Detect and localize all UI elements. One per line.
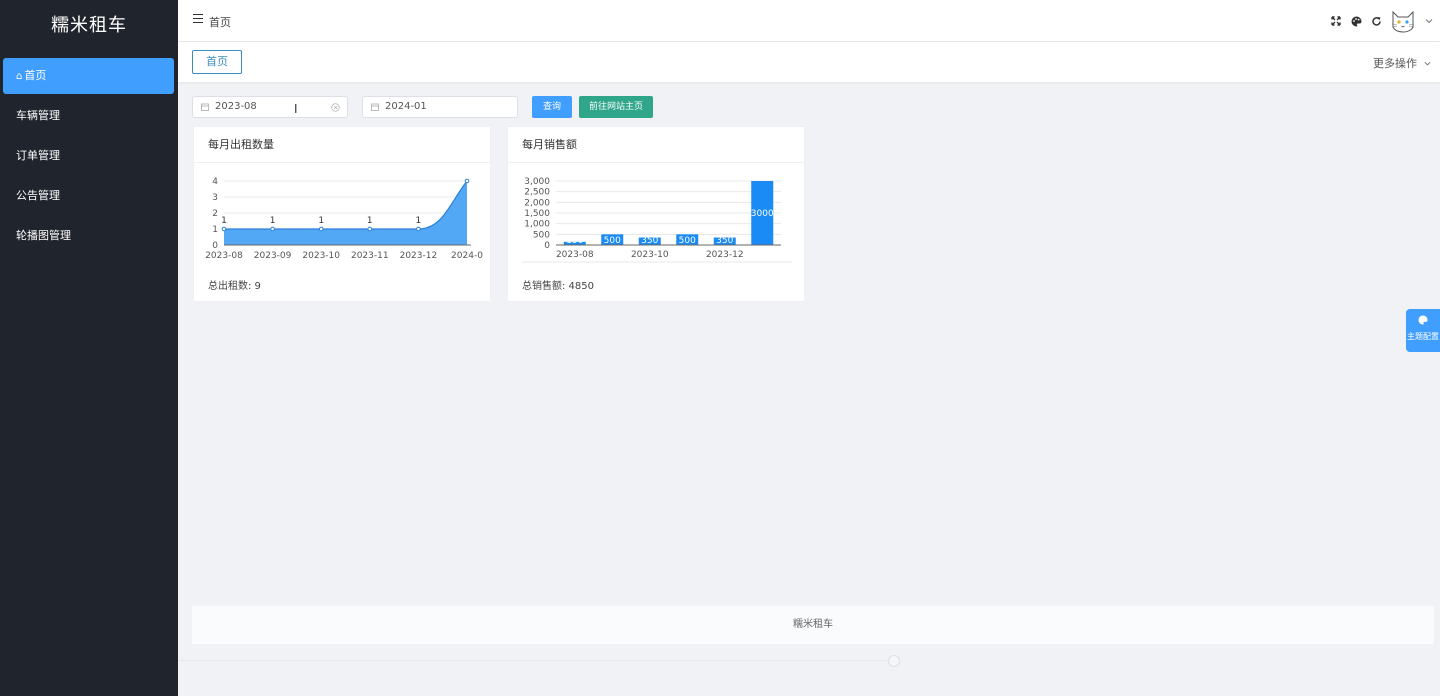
total-rentals-text: 总出租数: 9 <box>208 281 261 292</box>
sidebar-item-label: 轮播图管理 <box>16 229 71 242</box>
y-tick-label: 2,500 <box>524 188 550 198</box>
x-tick-label: 2023-10 <box>631 250 669 260</box>
palette-icon[interactable] <box>1350 15 1362 27</box>
data-point <box>464 178 470 184</box>
breadcrumb: 首页 <box>209 16 231 29</box>
refresh-icon[interactable] <box>1370 15 1382 27</box>
y-tick-label: 2,000 <box>524 198 550 208</box>
top-toolbar <box>1330 9 1434 33</box>
text-cursor-icon: I <box>294 102 298 116</box>
x-tick-label: 2023-08 <box>556 250 594 260</box>
sidebar-item-carousel[interactable]: 轮播图管理 <box>3 218 174 254</box>
x-tick-label: 2023-09 <box>254 251 292 261</box>
scrollbar-thumb[interactable] <box>888 655 900 667</box>
data-label: 1 <box>416 216 422 226</box>
app-logo-title: 糯米租车 <box>51 15 127 36</box>
hamburger-icon[interactable] <box>193 14 203 26</box>
x-tick-label: 2024-0 <box>451 251 483 261</box>
more-operations-label: 更多操作 <box>1373 57 1417 70</box>
tab-home[interactable]: 首页 <box>192 50 242 74</box>
data-label: 1 <box>221 216 227 226</box>
sidebar-item-orders[interactable]: 订单管理 <box>3 138 174 174</box>
y-tick-label: 3 <box>212 193 218 203</box>
data-label: 3000 <box>751 209 774 219</box>
calendar-icon <box>371 103 379 111</box>
y-tick-label: 500 <box>533 230 550 240</box>
rental-count-chart: 012341 1 1 1 12023-08 2023-09 2023-10 2023-11 20… <box>205 177 483 261</box>
data-point <box>318 226 324 232</box>
x-tick-label: 2023-10 <box>302 251 340 261</box>
y-tick-label: 4 <box>212 177 218 187</box>
data-point <box>270 226 275 232</box>
sidebar: 糯米租车 ⌂ 首页 车辆管理 订单管理 公告管理 轮播图管理 <box>0 0 178 696</box>
series-line <box>224 180 468 230</box>
data-label: 1 <box>367 216 373 226</box>
theme-config-button[interactable]: 主题配置 <box>1406 309 1440 352</box>
start-month-value: 2023-08 <box>215 101 257 112</box>
y-tick-label: 3,000 <box>524 177 550 187</box>
clear-icon[interactable] <box>331 103 340 112</box>
rental-count-card: 每月出租数量 0 1 2 3 4 1 1 1 1 1 2023-08 2023-09 2023-10 20… <box>193 126 491 302</box>
avatar[interactable] <box>1390 9 1416 33</box>
home-icon: ⌂ <box>16 71 23 82</box>
query-button[interactable]: 查询 <box>532 96 572 118</box>
x-tick-label: 2023-12 <box>706 250 744 260</box>
y-tick-label: 1,000 <box>524 220 550 230</box>
sidebar-menu: ⌂ 首页 车辆管理 订单管理 公告管理 轮播图管理 <box>0 52 178 254</box>
sidebar-item-label: 订单管理 <box>16 149 60 162</box>
y-tick-label: 1,500 <box>524 209 550 219</box>
card-title: 每月出租数量 <box>194 127 490 163</box>
sidebar-item-vehicles[interactable]: 车辆管理 <box>3 98 174 134</box>
total-sales-text: 总销售额: 4850 <box>522 281 594 292</box>
x-tick-label: 2023-08 <box>205 251 243 261</box>
start-month-picker[interactable]: 2023-08 I <box>192 96 348 118</box>
sales-amount-card: 每月销售额 0 500 1,000 1,500 2,000 2,500 3,000 150 50… <box>507 126 805 302</box>
y-tick-label: 1 <box>212 225 218 235</box>
fullscreen-icon[interactable] <box>1330 15 1342 27</box>
chevron-down-icon <box>1424 61 1431 65</box>
data-point <box>416 226 421 232</box>
sidebar-item-home[interactable]: ⌂ 首页 <box>3 58 174 94</box>
y-tick-label: 0 <box>544 241 550 251</box>
data-label: 1 <box>318 216 324 226</box>
top-navbar: 首页 <box>178 0 1440 42</box>
footer-text: 糯米租车 <box>793 619 833 630</box>
chevron-down-icon[interactable] <box>1424 16 1434 26</box>
calendar-icon <box>201 103 209 111</box>
sidebar-item-label: 车辆管理 <box>16 109 60 122</box>
date-filter-row: 2023-08 I 2024-01 查询 前往网站主页 <box>192 96 653 118</box>
y-tick-label: 2 <box>212 209 218 219</box>
theme-config-label: 主题配置 <box>1407 332 1439 341</box>
page-footer: 糯米租车 <box>192 606 1434 644</box>
sidebar-item-label: 首页 <box>24 69 47 82</box>
horizontal-scrollbar[interactable] <box>178 660 898 661</box>
go-to-website-button[interactable]: 前往网站主页 <box>579 96 653 118</box>
more-operations-dropdown[interactable]: 更多操作 <box>1373 55 1432 71</box>
sidebar-item-notices[interactable]: 公告管理 <box>3 178 174 214</box>
y-tick-label: 0 <box>212 241 218 251</box>
x-tick-label: 2023-11 <box>351 251 389 261</box>
sales-amount-chart: 05001,0001,5002,0002,5003,000150 500 350 50… <box>522 177 792 263</box>
data-label: 1 <box>270 216 276 226</box>
data-point <box>367 226 373 232</box>
x-tick-label: 2023-12 <box>400 251 438 261</box>
card-title: 每月销售额 <box>508 127 804 163</box>
tags-view-bar: 首页 更多操作 <box>178 42 1440 82</box>
end-month-value: 2024-01 <box>385 101 427 112</box>
end-month-picker[interactable]: 2024-01 <box>362 96 518 118</box>
data-point <box>221 226 227 232</box>
palette-icon <box>1418 315 1428 325</box>
sidebar-item-label: 公告管理 <box>16 189 60 202</box>
